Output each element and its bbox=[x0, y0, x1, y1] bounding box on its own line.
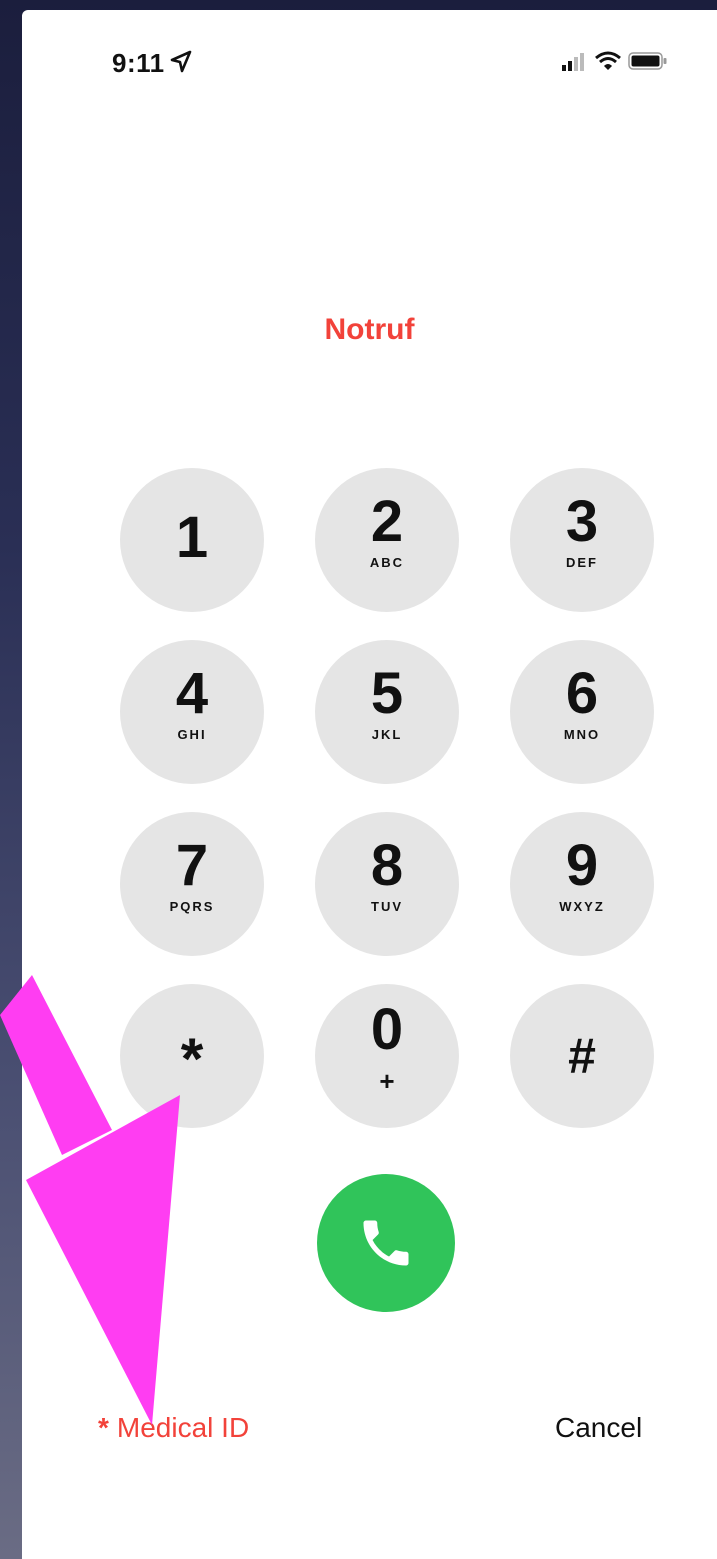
key-digit: 5 bbox=[370, 661, 404, 726]
keypad-key-hash[interactable]: # bbox=[510, 984, 654, 1128]
asterisk-icon: * bbox=[98, 1412, 109, 1443]
key-digit: 2 bbox=[370, 489, 404, 554]
medical-id-label: Medical ID bbox=[116, 1412, 250, 1443]
key-letters: TUV bbox=[371, 899, 403, 914]
key-letters: DEF bbox=[566, 555, 598, 570]
key-letters: GHI bbox=[177, 727, 207, 742]
key-digit: 7 bbox=[175, 833, 209, 898]
keypad-key-4[interactable]: 4 GHI bbox=[120, 640, 264, 784]
key-digit: * bbox=[180, 1027, 204, 1092]
keypad-key-1[interactable]: 1 bbox=[120, 468, 264, 612]
key-digit: 6 bbox=[565, 661, 599, 726]
emergency-dialer-screen: 9:11 Notruf 1 2 ABC 3 DEF 4 GHI 5 JKL 6 … bbox=[22, 10, 717, 1559]
keypad-key-2[interactable]: 2 ABC bbox=[315, 468, 459, 612]
keypad-key-star[interactable]: * bbox=[120, 984, 264, 1128]
key-digit: 1 bbox=[175, 505, 209, 570]
key-digit: 3 bbox=[565, 489, 599, 554]
key-letters: WXYZ bbox=[559, 899, 605, 914]
status-bar: 9:11 bbox=[22, 10, 717, 110]
key-letters: JKL bbox=[371, 727, 403, 742]
key-digit: 4 bbox=[175, 661, 209, 726]
keypad-key-0[interactable]: 0 + bbox=[315, 984, 459, 1128]
emergency-call-label: Notruf bbox=[324, 313, 415, 346]
key-letters: ABC bbox=[369, 555, 405, 570]
keypad-key-7[interactable]: 7 PQRS bbox=[120, 812, 264, 956]
phone-icon bbox=[363, 1220, 409, 1266]
keypad-key-6[interactable]: 6 MNO bbox=[510, 640, 654, 784]
cellular-signal-icon bbox=[562, 53, 584, 71]
cancel-button[interactable]: Cancel bbox=[555, 1412, 642, 1444]
battery-icon bbox=[628, 52, 667, 70]
call-button[interactable] bbox=[317, 1174, 455, 1312]
keypad-key-3[interactable]: 3 DEF bbox=[510, 468, 654, 612]
key-digit: 0 bbox=[370, 997, 404, 1062]
location-arrow-icon bbox=[170, 50, 192, 73]
medical-id-button[interactable]: * Medical ID bbox=[98, 1412, 249, 1444]
key-digit: 8 bbox=[370, 833, 404, 898]
keypad-key-5[interactable]: 5 JKL bbox=[315, 640, 459, 784]
key-letters: + bbox=[379, 1066, 395, 1096]
wifi-icon bbox=[595, 51, 621, 70]
key-letters: MNO bbox=[563, 727, 601, 742]
key-letters: PQRS bbox=[169, 899, 215, 914]
keypad-key-9[interactable]: 9 WXYZ bbox=[510, 812, 654, 956]
key-digit: # bbox=[568, 1028, 596, 1084]
key-digit: 9 bbox=[565, 833, 599, 898]
status-time: 9:11 bbox=[112, 48, 165, 78]
keypad-key-8[interactable]: 8 TUV bbox=[315, 812, 459, 956]
